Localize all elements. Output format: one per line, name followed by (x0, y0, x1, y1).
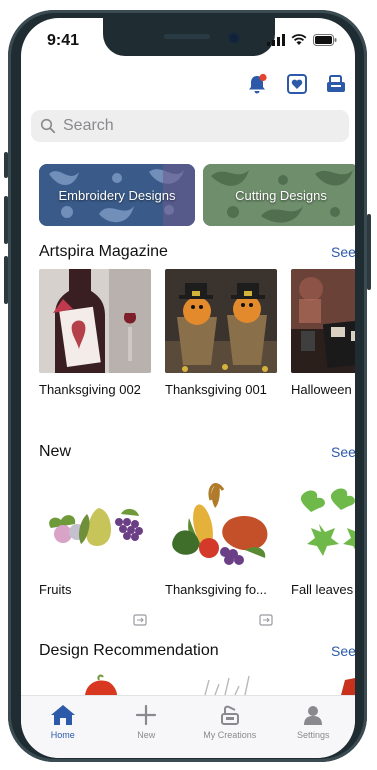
magazine-card-label: Thanksgiving 001 (165, 382, 267, 397)
design-card-label: Fruits (39, 582, 72, 597)
fall-leaves-design-image (300, 488, 355, 556)
new-design-card[interactable]: Thanksgiving fo... (165, 476, 277, 626)
category-cutting-designs[interactable]: Cutting Designs (203, 164, 355, 226)
recommendation-section-title: Design Recommendation (39, 642, 219, 659)
signal-icon (267, 34, 285, 46)
recommendation-peek-image (85, 674, 355, 695)
camera (230, 34, 238, 42)
search-bar[interactable] (31, 110, 349, 142)
magazine-carousel[interactable]: Thanksgiving 002 Thanksgiving 001 Hallow… (39, 269, 355, 397)
person-icon (304, 706, 323, 725)
search-icon (40, 118, 56, 134)
screen: 9:41 Search Embroidery Designs Cutting D… (21, 18, 355, 758)
status-time: 9:41 (47, 32, 80, 49)
magazine-card-label: Halloween 001 (291, 382, 355, 397)
favorites-button[interactable] (285, 72, 309, 96)
design-thumbnail (165, 476, 277, 572)
category-embroidery-designs[interactable]: Embroidery Designs (39, 164, 195, 226)
magazine-thumbnail (291, 269, 355, 373)
magazine-thumbnail (39, 269, 151, 373)
magazine-section-title: Artspira Magazine (39, 243, 168, 260)
recommendation-carousel[interactable] (39, 674, 355, 695)
tab-label: My Creations (203, 730, 257, 740)
tab-home[interactable]: Home (21, 696, 105, 758)
tab-label: Settings (296, 730, 330, 740)
magazine-see-all-link[interactable]: See all (331, 244, 355, 260)
magazine-card[interactable]: Thanksgiving 002 (39, 269, 151, 397)
design-card-label: Fall leaves (291, 582, 354, 597)
new-design-card[interactable]: Fruits (39, 476, 151, 626)
fruits-design-image (49, 508, 143, 546)
tab-label: Home (50, 730, 75, 740)
machine-button[interactable] (324, 72, 348, 96)
tab-bar: Home New My Creations Settings (21, 695, 355, 758)
category-label: Cutting Designs (235, 187, 327, 203)
wine-bottle-image (39, 269, 151, 373)
tab-settings[interactable]: Settings (272, 696, 356, 758)
thanksgiving-food-design-image (172, 483, 268, 565)
side-button (4, 152, 8, 178)
tab-my-creations[interactable]: My Creations (188, 696, 272, 758)
category-label: Embroidery Designs (58, 187, 176, 203)
machine-icon (327, 75, 345, 92)
search-input[interactable] (61, 116, 325, 136)
wifi-icon (291, 34, 307, 45)
machine-transfer-icon (133, 614, 147, 626)
volume-down-button (4, 256, 8, 304)
halloween-table-image (291, 269, 355, 373)
notch (103, 18, 275, 56)
turkey-cups-image (165, 269, 277, 373)
magazine-card-label: Thanksgiving 002 (39, 382, 141, 397)
new-design-card[interactable]: Fall leaves (291, 476, 355, 597)
new-section-title: New (39, 443, 72, 460)
new-see-all-link[interactable]: See all (331, 444, 355, 460)
magazine-card[interactable]: Halloween 001 (291, 269, 355, 397)
new-carousel[interactable]: Fruits Thanksgiving fo... Fall leaves (39, 476, 355, 626)
plus-icon (136, 704, 157, 726)
power-button (367, 214, 371, 290)
design-thumbnail (291, 476, 355, 572)
machine-transfer-icon (259, 614, 273, 626)
battery-icon (313, 34, 337, 46)
notifications-button[interactable] (245, 72, 269, 96)
design-thumbnail (39, 476, 151, 572)
magazine-thumbnail (165, 269, 277, 373)
home-icon (50, 705, 75, 725)
creations-icon (220, 705, 239, 725)
status-icons (267, 34, 337, 46)
design-card-label: Thanksgiving fo... (165, 582, 267, 597)
heart-icon (287, 74, 307, 94)
recommendation-see-all-link[interactable]: See all (331, 643, 355, 659)
speaker (164, 34, 210, 39)
bell-icon (249, 73, 267, 94)
tab-label: New (137, 730, 156, 740)
magazine-card[interactable]: Thanksgiving 001 (165, 269, 277, 397)
volume-up-button (4, 196, 8, 244)
tab-new[interactable]: New (105, 696, 189, 758)
